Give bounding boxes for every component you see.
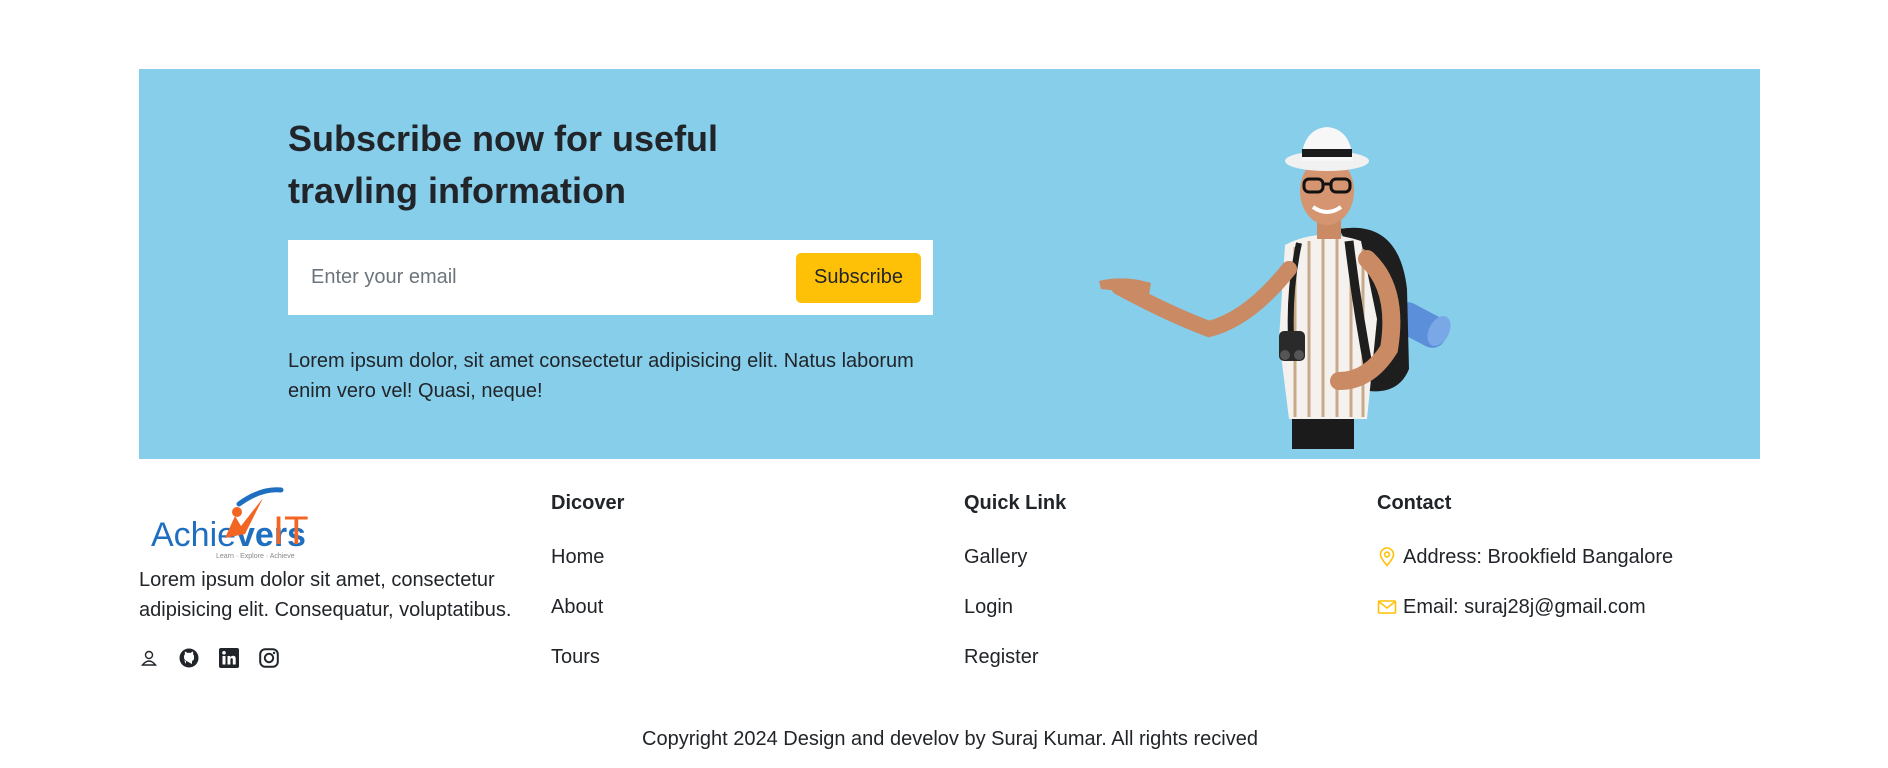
- achieversit-logo[interactable]: Achie vers IT Learn · Explore · Achieve: [139, 486, 309, 562]
- envelope-icon: [1377, 600, 1397, 614]
- footer-link-gallery-text[interactable]: Gallery: [964, 544, 1027, 570]
- footer-link-home-text[interactable]: Home: [551, 544, 604, 570]
- logo-text-right: IT: [273, 509, 309, 553]
- contact-email-text[interactable]: Email: suraj28j@gmail.com: [1403, 594, 1646, 620]
- social-links: [139, 648, 279, 668]
- github-icon[interactable]: [179, 648, 199, 668]
- linkedin-icon[interactable]: [219, 648, 239, 668]
- footer-link-tours-text[interactable]: Tours: [551, 644, 600, 670]
- footer-discover-column: Dicover Home About Tours: [551, 490, 624, 694]
- footer-link-tours[interactable]: Tours: [551, 644, 624, 694]
- subscribe-button[interactable]: Subscribe: [796, 252, 921, 303]
- newsletter-title-line1: Subscribe now for useful: [288, 118, 719, 159]
- newsletter-description: Lorem ipsum dolor, sit amet consectetur …: [288, 350, 914, 402]
- footer-link-register-text[interactable]: Register: [964, 644, 1038, 670]
- subscribe-form: Subscribe: [288, 240, 933, 315]
- copyright-text: Copyright 2024 Design and develov by Sur…: [642, 728, 1258, 750]
- footer-link-about-text[interactable]: About: [551, 594, 603, 620]
- contact-address: Address: Brookfield Bangalore: [1377, 544, 1673, 594]
- newsletter-section: Subscribe now for useful travling inform…: [139, 69, 1760, 459]
- discover-heading: Dicover: [551, 492, 625, 514]
- quick-link-heading: Quick Link: [964, 492, 1067, 514]
- footer-quick-link-column: Quick Link Gallery Login Register: [964, 490, 1066, 694]
- footer-link-home[interactable]: Home: [551, 544, 624, 594]
- map-pin-icon: [1379, 547, 1395, 567]
- footer-contact-column: Contact Address: Brookfield Bangalore Em…: [1377, 490, 1673, 644]
- logo-tagline: Learn · Explore · Achieve: [216, 553, 295, 560]
- footer-description: Lorem ipsum dolor sit amet, consectetur …: [139, 569, 512, 621]
- contact-heading: Contact: [1377, 492, 1452, 514]
- contact-address-text: Address: Brookfield Bangalore: [1403, 546, 1674, 568]
- email-input[interactable]: [311, 266, 751, 289]
- user-icon[interactable]: [139, 648, 159, 668]
- footer-link-login-text[interactable]: Login: [964, 594, 1013, 620]
- footer-link-about[interactable]: About: [551, 594, 624, 644]
- footer-link-login[interactable]: Login: [964, 594, 1066, 644]
- newsletter-title: Subscribe now for useful travling inform…: [288, 113, 808, 217]
- footer-link-register[interactable]: Register: [964, 644, 1066, 694]
- newsletter-title-line2: travling information: [288, 170, 627, 211]
- logo-text-left: Achie: [151, 516, 236, 554]
- contact-email: Email: suraj28j@gmail.com: [1377, 594, 1673, 644]
- instagram-icon[interactable]: [259, 648, 279, 668]
- footer-link-gallery[interactable]: Gallery: [964, 544, 1066, 594]
- traveler-image: [1099, 127, 1451, 449]
